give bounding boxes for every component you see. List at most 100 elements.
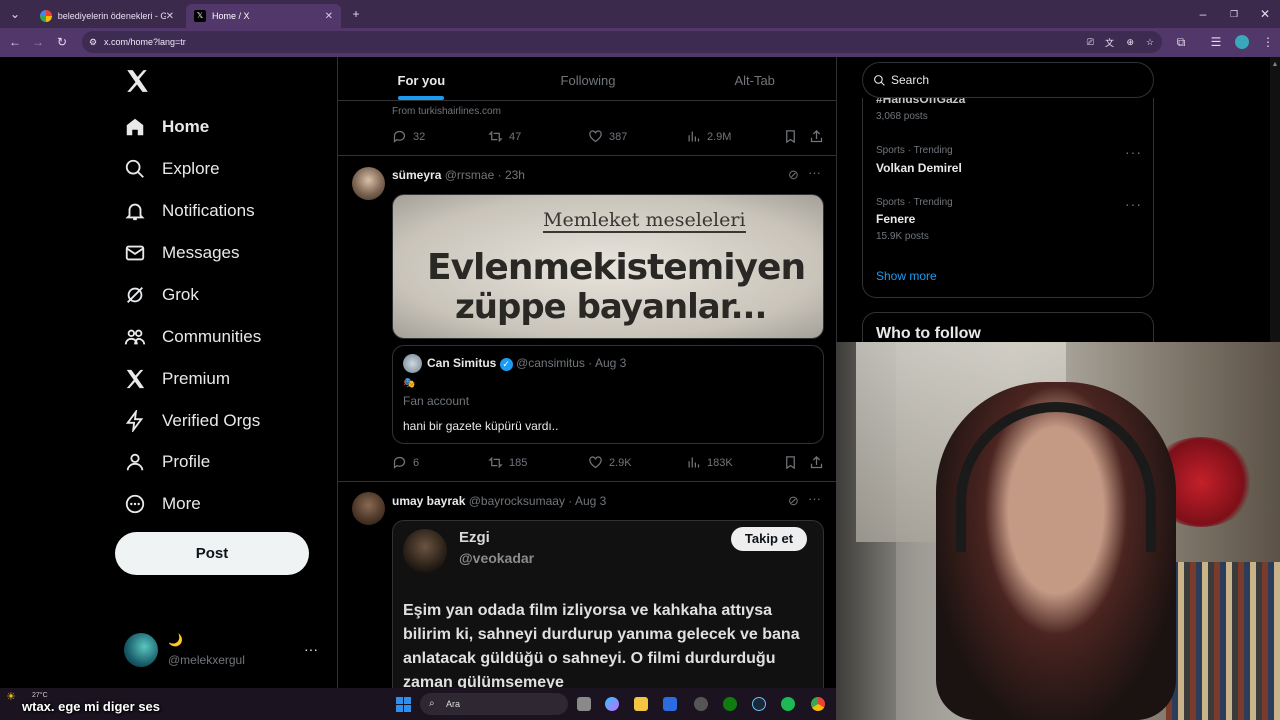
trend-name[interactable]: Fenere [876,212,915,226]
minimize-icon[interactable]: – [1192,7,1214,21]
author-name[interactable]: umay bayrak [392,494,465,508]
browser-menu-icon[interactable]: ⋮ [1257,35,1279,49]
tweet-image[interactable]: Ezgi @veokadar Takip et Eşim yan odada f… [392,520,824,688]
reload-icon[interactable]: ↻ [51,35,73,49]
steam-icon[interactable] [752,697,766,711]
translate-icon[interactable]: 文 [1105,36,1114,49]
more-dots-icon[interactable]: ··· [1125,144,1142,160]
grok-icon[interactable]: ⊘ [788,167,799,183]
share-button[interactable] [809,129,830,144]
close-window-icon[interactable]: ✕ [1254,7,1276,21]
avatar[interactable] [352,167,385,200]
sidebar-item-communities[interactable]: Communities [124,326,261,348]
show-more-link[interactable]: Show more [876,269,937,283]
view-count: 2.9M [707,130,732,143]
profile-avatar[interactable] [1235,35,1249,49]
tab-following[interactable]: Following [505,57,672,100]
author-handle[interactable]: @rrsmae [445,168,495,182]
bookmark-button[interactable] [783,455,804,470]
new-tab-icon[interactable]: + [345,7,367,21]
more-dots-icon[interactable]: ··· [808,165,821,180]
more-dots-icon[interactable]: ··· [1125,196,1142,212]
reading-list-icon[interactable]: ☰ [1205,35,1227,49]
x-favicon-icon: 𝕏 [194,10,206,22]
install-icon[interactable]: ⎚ [1087,37,1094,48]
quoted-tweet[interactable]: Can Simitus ✓ @cansimitus · Aug 3 🎭 Fan … [392,345,824,444]
x-logo-icon[interactable] [124,68,150,94]
file-explorer-icon[interactable] [634,697,648,711]
site-info-icon[interactable]: ⚙ [89,37,97,48]
sidebar-item-messages[interactable]: Messages [124,242,239,264]
scroll-up-icon[interactable]: ▲ [1270,61,1280,68]
reply-button[interactable]: 6 [392,455,419,470]
more-dots-icon[interactable]: ··· [304,641,318,657]
sidebar-item-label: Profile [162,452,211,471]
avatar [403,354,422,373]
sidebar-item-grok[interactable]: Grok [124,284,199,306]
browser-tab-x[interactable]: 𝕏 Home / X ✕ [186,4,341,28]
sidebar-item-label: Home [162,117,210,136]
follow-button[interactable]: Takip et [731,527,807,551]
search-input[interactable]: Search [862,62,1154,98]
sidebar-item-profile[interactable]: Profile [124,451,210,473]
ad-source[interactable]: From turkishairlines.com [392,106,501,117]
browser-tab-google[interactable]: belediyelerin ödenekleri - Goog ✕ [32,4,182,28]
tweet-time[interactable]: Aug 3 [575,494,606,508]
account-switcher[interactable]: 🌙 @melekxergul ··· [124,633,324,669]
like-button[interactable]: 387 [588,129,627,144]
tweet-image[interactable]: Memleket meseleleri Evlenmekistemiyen zü… [392,194,824,339]
repost-button[interactable]: 47 [488,129,521,144]
tab-alt-tab[interactable]: Alt-Tab [671,57,836,100]
chrome-icon[interactable] [811,697,825,711]
zoom-icon[interactable]: ⊕ [1126,37,1134,48]
envelope-icon [125,245,145,261]
bookmark-button[interactable] [783,129,804,144]
account-emoji: 🌙 [168,633,183,647]
extensions-icon[interactable]: ⧉ [1170,35,1192,50]
xbox-icon[interactable] [723,697,737,711]
close-tab-icon[interactable]: ✕ [325,11,333,22]
like-button[interactable]: 2.9K [588,455,632,470]
weather-icon[interactable]: ☀ [6,690,16,703]
sidebar-item-explore[interactable]: Explore [124,158,220,180]
trend-name[interactable]: Volkan Demirel [876,161,962,175]
repost-icon [488,131,503,142]
restore-icon[interactable]: ❐ [1223,9,1245,20]
author-name[interactable]: sümeyra [392,168,441,182]
avatar [403,529,447,573]
search-icon [125,159,144,178]
post-button[interactable]: Post [115,532,309,575]
tweet-time[interactable]: 23h [505,168,525,182]
forward-icon[interactable]: → [27,35,49,49]
tab-search-icon[interactable]: ⌄ [4,7,26,21]
share-button[interactable] [809,455,830,470]
author-handle[interactable]: @bayrocksumaay [469,494,565,508]
taskbar-search[interactable]: ⌕ Ara [420,693,568,715]
task-view-icon[interactable] [577,697,591,711]
close-tab-icon[interactable]: ✕ [166,11,174,22]
views-button[interactable]: 2.9M [686,129,731,144]
view-count: 183K [707,456,733,469]
more-dots-icon[interactable]: ··· [808,491,821,506]
sidebar-item-more[interactable]: More [124,493,201,515]
reply-button[interactable]: 32 [392,129,425,144]
sidebar-item-home[interactable]: Home [124,116,209,138]
repost-button[interactable]: 185 [488,455,527,470]
back-icon[interactable]: ← [4,35,26,49]
bookmark-star-icon[interactable]: ☆ [1146,37,1154,48]
address-bar[interactable]: ⚙ x.com/home?lang=tr ⎚ 文 ⊕ ☆ [82,31,1162,53]
copilot-icon[interactable] [605,697,619,711]
store-icon[interactable] [663,697,677,711]
spotify-icon[interactable] [781,697,795,711]
windows-start-icon[interactable] [396,697,411,712]
grok-icon[interactable]: ⊘ [788,493,799,509]
app-icon[interactable] [694,697,708,711]
sidebar-item-verified-orgs[interactable]: Verified Orgs [124,410,260,432]
avatar[interactable] [352,492,385,525]
sidebar-item-notifications[interactable]: Notifications [124,200,255,222]
trend-name[interactable]: #HandsOffGaza [876,98,965,106]
views-button[interactable]: 183K [686,455,733,470]
google-icon [40,10,52,22]
sidebar-item-premium[interactable]: Premium [124,368,230,390]
tab-for-you[interactable]: For you [338,57,505,100]
